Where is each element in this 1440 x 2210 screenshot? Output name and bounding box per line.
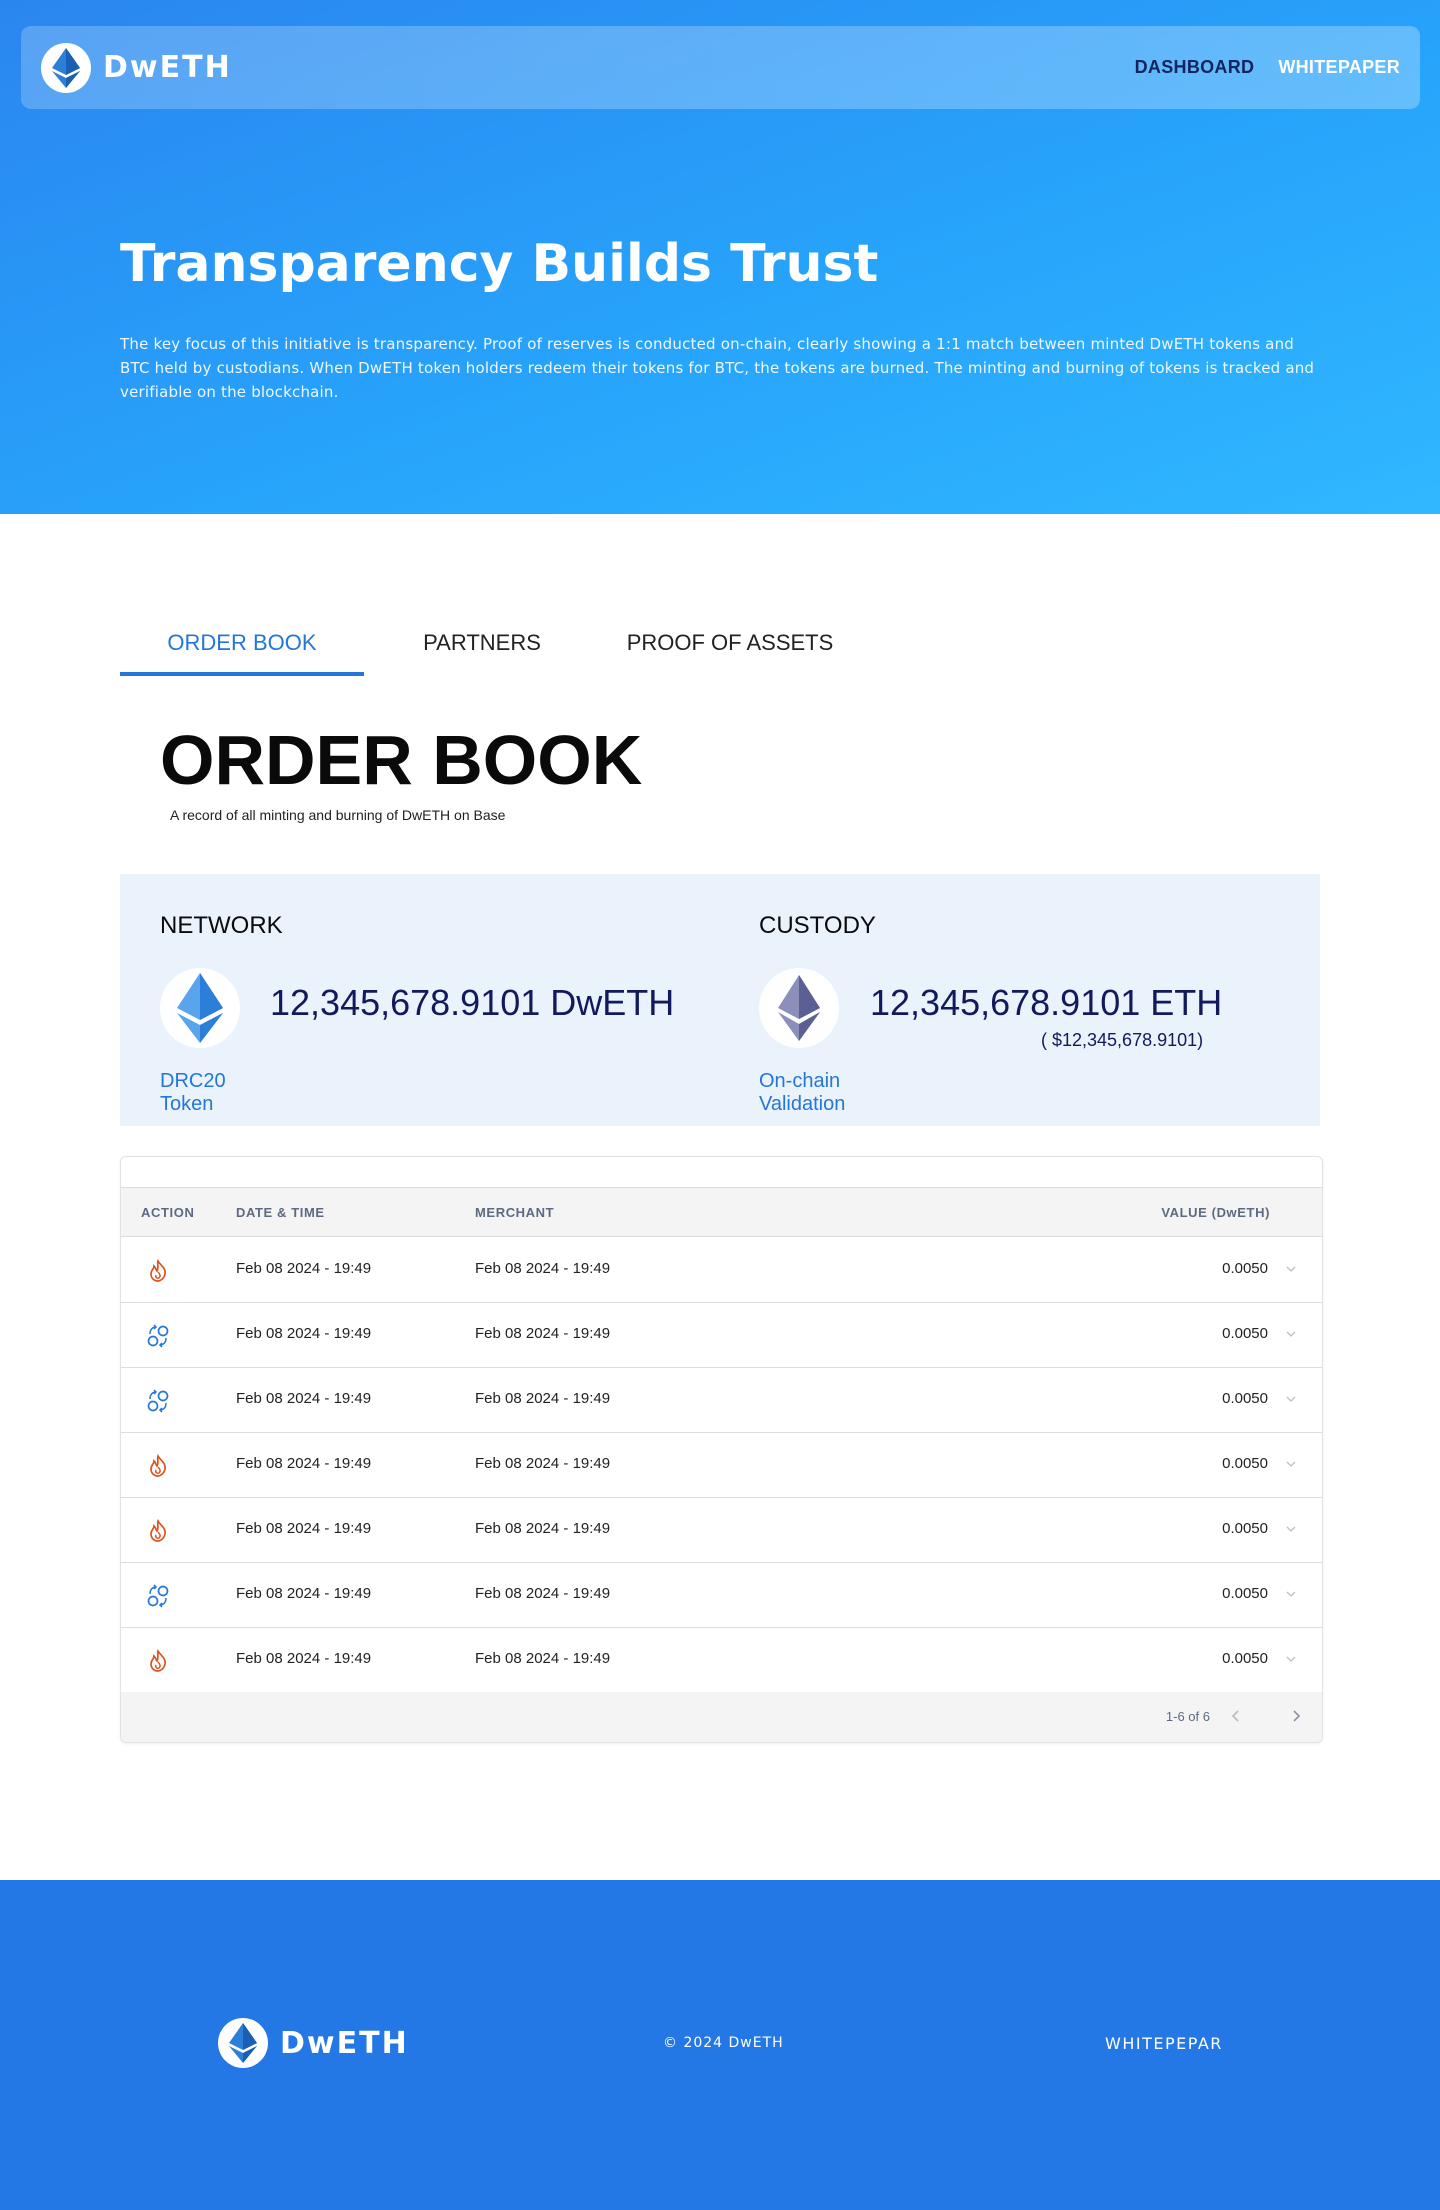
table-header: ACTION DATE & TIME MERCHANT VALUE (DwETH… — [121, 1187, 1322, 1237]
section-tabs: ORDER BOOK PARTNERS PROOF OF ASSETS — [120, 620, 860, 676]
custody-heading: CUSTODY — [759, 912, 876, 939]
custody-value: 12,345,678.9101 ETH — [870, 982, 1223, 1023]
brand[interactable]: DwETH — [41, 42, 232, 93]
footer-brand-name: DwETH — [280, 2025, 409, 2061]
nav-dashboard-link[interactable]: DASHBOARD — [1135, 57, 1255, 78]
row-merchant: Feb 08 2024 - 19:49 — [475, 1390, 611, 1407]
chevron-down-icon[interactable] — [1284, 1652, 1298, 1666]
row-value: 0.0050 — [1222, 1455, 1268, 1472]
flame-icon — [145, 1258, 171, 1284]
row-value: 0.0050 — [1222, 1585, 1268, 1602]
ethereum-icon — [41, 42, 91, 93]
table-row[interactable]: Feb 08 2024 - 19:49 Feb 08 2024 - 19:49 0.… — [121, 1628, 1322, 1693]
exchange-icon — [145, 1388, 171, 1414]
row-merchant: Feb 08 2024 - 19:49 — [475, 1650, 611, 1667]
row-value: 0.0050 — [1222, 1650, 1268, 1667]
order-book-table: ACTION DATE & TIME MERCHANT VALUE (DwETH… — [120, 1156, 1323, 1743]
hero-title: Transparency Builds Trust — [120, 234, 879, 294]
table-row[interactable]: Feb 08 2024 - 19:49 Feb 08 2024 - 19:49 0.… — [121, 1238, 1322, 1303]
table-row[interactable]: Feb 08 2024 - 19:49 Feb 08 2024 - 19:49 0.… — [121, 1433, 1322, 1498]
row-date: Feb 08 2024 - 19:49 — [236, 1650, 372, 1667]
row-date: Feb 08 2024 - 19:49 — [236, 1260, 372, 1277]
stats-panel: NETWORK 12,345,678.9101 DwETH DRC20 Toke… — [120, 874, 1320, 1126]
ethereum-blue-icon — [160, 968, 240, 1048]
custody-usd-value: ( $12,345,678.9101) — [1041, 1030, 1204, 1050]
chevron-down-icon[interactable] — [1284, 1262, 1298, 1276]
column-merchant: MERCHANT — [475, 1205, 555, 1220]
chevron-down-icon[interactable] — [1284, 1327, 1298, 1341]
row-merchant: Feb 08 2024 - 19:49 — [475, 1520, 611, 1537]
on-chain-validation-link[interactable]: On-chain Validation — [759, 1070, 845, 1116]
column-action: ACTION — [141, 1205, 195, 1220]
row-value: 0.0050 — [1222, 1260, 1268, 1277]
exchange-icon — [145, 1583, 171, 1609]
page-subtitle: A record of all minting and burning of D… — [170, 807, 506, 823]
nav-links: DASHBOARD WHITEPAPER — [1135, 57, 1400, 78]
brand-name: DwETH — [103, 50, 232, 85]
chevron-down-icon[interactable] — [1284, 1457, 1298, 1471]
row-value: 0.0050 — [1222, 1520, 1268, 1537]
row-merchant: Feb 08 2024 - 19:49 — [475, 1455, 611, 1472]
top-navbar: DwETH DASHBOARD WHITEPAPER — [21, 26, 1420, 109]
column-date: DATE & TIME — [236, 1205, 325, 1220]
table-row[interactable]: Feb 08 2024 - 19:49 Feb 08 2024 - 19:49 0.… — [121, 1563, 1322, 1628]
row-value: 0.0050 — [1222, 1390, 1268, 1407]
footer: DwETH © 2024 DwETH WHITEPEPAR — [0, 1880, 1440, 2210]
row-merchant: Feb 08 2024 - 19:49 — [475, 1585, 611, 1602]
ethereum-gray-icon — [759, 968, 839, 1048]
hero-description: The key focus of this initiative is tran… — [120, 335, 1315, 401]
nav-whitepaper-link[interactable]: WHITEPAPER — [1278, 57, 1400, 78]
network-value: 12,345,678.9101 DwETH — [270, 982, 675, 1023]
drc20-token-link[interactable]: DRC20 Token — [160, 1070, 226, 1116]
hero-section: DwETH DASHBOARD WHITEPAPER Transparency … — [0, 0, 1440, 514]
table-pagination: 1-6 of 6 — [121, 1692, 1322, 1742]
column-value: VALUE (DwETH) — [1161, 1205, 1270, 1220]
chevron-down-icon[interactable] — [1284, 1587, 1298, 1601]
tab-partners[interactable]: PARTNERS — [364, 620, 600, 676]
network-heading: NETWORK — [160, 912, 283, 939]
flame-icon — [145, 1518, 171, 1544]
table-row[interactable]: Feb 08 2024 - 19:49 Feb 08 2024 - 19:49 0.… — [121, 1303, 1322, 1368]
chevron-down-icon[interactable] — [1284, 1522, 1298, 1536]
pagination-label: 1-6 of 6 — [1165, 1709, 1210, 1724]
row-merchant: Feb 08 2024 - 19:49 — [475, 1260, 611, 1277]
footer-brand[interactable]: DwETH — [218, 2018, 409, 2068]
tab-proof-of-assets[interactable]: PROOF OF ASSETS — [600, 620, 860, 676]
footer-whitepaper-link[interactable]: WHITEPEPAR — [1105, 2034, 1223, 2053]
table-row[interactable]: Feb 08 2024 - 19:49 Feb 08 2024 - 19:49 0.… — [121, 1498, 1322, 1563]
table-row[interactable]: Feb 08 2024 - 19:49 Feb 08 2024 - 19:49 0.… — [121, 1368, 1322, 1433]
flame-icon — [145, 1648, 171, 1674]
exchange-icon — [145, 1323, 171, 1349]
footer-copyright: © 2024 DwETH — [663, 2035, 784, 2051]
flame-icon — [145, 1453, 171, 1479]
row-date: Feb 08 2024 - 19:49 — [236, 1520, 372, 1537]
row-date: Feb 08 2024 - 19:49 — [236, 1455, 372, 1472]
chevron-right-icon[interactable] — [1288, 1708, 1304, 1724]
row-merchant: Feb 08 2024 - 19:49 — [475, 1325, 611, 1342]
chevron-down-icon[interactable] — [1284, 1392, 1298, 1406]
ethereum-icon — [218, 2018, 268, 2068]
tab-order-book[interactable]: ORDER BOOK — [120, 620, 364, 676]
row-value: 0.0050 — [1222, 1325, 1268, 1342]
row-date: Feb 08 2024 - 19:49 — [236, 1585, 372, 1602]
row-date: Feb 08 2024 - 19:49 — [236, 1325, 372, 1342]
row-date: Feb 08 2024 - 19:49 — [236, 1390, 372, 1407]
chevron-left-icon[interactable] — [1228, 1708, 1244, 1724]
page-title: ORDER BOOK — [160, 721, 643, 799]
